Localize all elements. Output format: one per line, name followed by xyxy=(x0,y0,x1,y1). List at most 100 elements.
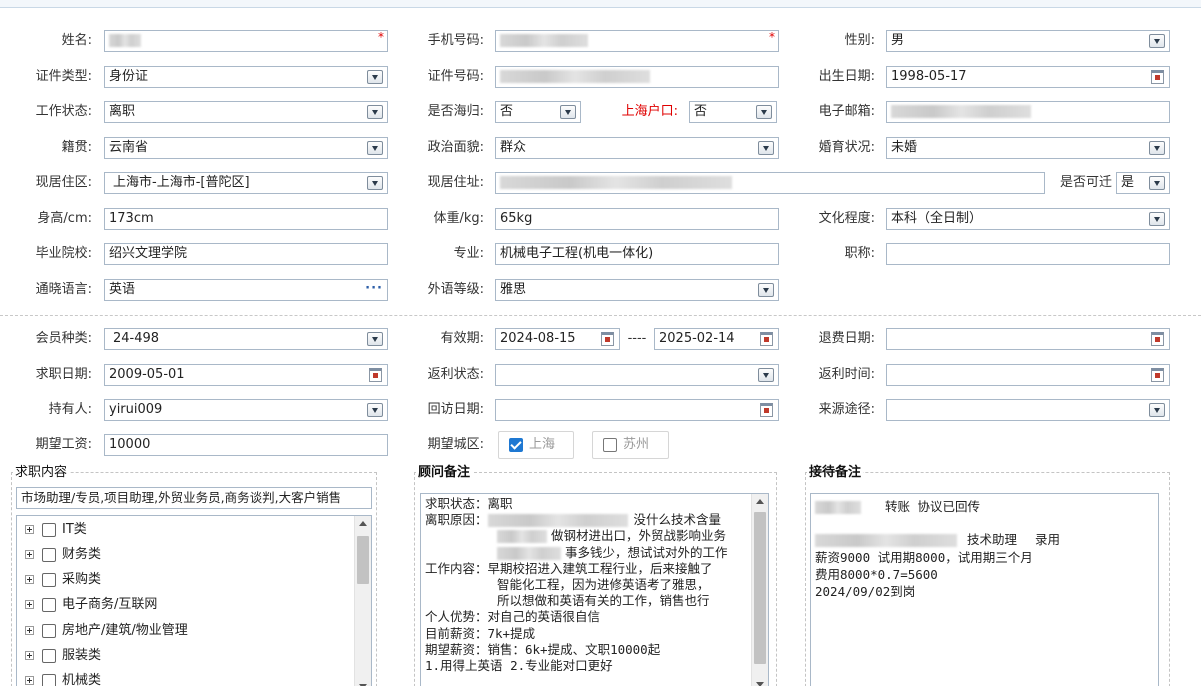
weight-field[interactable]: 65kg xyxy=(495,208,779,230)
job-date-field[interactable]: 2009-05-01 xyxy=(104,364,388,386)
valid-to-value: 2025-02-14 xyxy=(659,331,735,346)
tree-item-it[interactable]: IT类 xyxy=(25,520,87,540)
expand-icon[interactable] xyxy=(25,626,34,635)
checkbox-icon[interactable] xyxy=(42,547,56,562)
school-field[interactable]: 绍兴文理学院 xyxy=(104,243,388,265)
residence-area-select[interactable]: 上海市-上海市-[普陀区] xyxy=(104,172,388,194)
dropdown-icon[interactable] xyxy=(560,105,576,119)
scroll-down-icon[interactable] xyxy=(752,676,768,686)
checkbox-icon[interactable] xyxy=(42,597,56,612)
dropdown-icon[interactable] xyxy=(1149,34,1165,48)
scroll-down-icon[interactable] xyxy=(355,678,371,686)
scroll-thumb[interactable] xyxy=(754,512,766,664)
rebate-status-select[interactable] xyxy=(495,364,779,386)
checkbox-icon[interactable] xyxy=(42,648,56,663)
height-field[interactable]: 173cm xyxy=(104,208,388,230)
language-field[interactable]: 英语 ··· xyxy=(104,279,388,301)
political-select[interactable]: 群众 xyxy=(495,137,779,159)
dropdown-icon[interactable] xyxy=(1149,212,1165,226)
expand-icon[interactable] xyxy=(25,676,34,685)
city-option-shanghai[interactable]: 上海 xyxy=(498,431,574,459)
calendar-icon[interactable] xyxy=(1151,368,1164,382)
email-field[interactable] xyxy=(886,101,1170,123)
reception-note-textarea[interactable]: 转账 协议已回传 技术助理 录用 薪资9000 试用期8000，试用期三个月 费用… xyxy=(810,493,1159,686)
tree-item-purchase[interactable]: 采购类 xyxy=(25,570,101,590)
returnee-select[interactable]: 否 xyxy=(495,101,581,123)
education-select[interactable]: 本科（全日制） xyxy=(886,208,1170,230)
dropdown-icon[interactable] xyxy=(367,176,383,190)
major-field[interactable]: 机械电子工程(机电一体化) xyxy=(495,243,779,265)
member-type-select[interactable]: 24-498 xyxy=(104,328,388,350)
member-type-label: 会员种类: xyxy=(35,331,92,346)
checkbox-icon[interactable] xyxy=(42,522,56,537)
id-number-field[interactable] xyxy=(495,66,779,88)
tree-item-machinery[interactable]: 机械类 xyxy=(25,671,101,686)
calendar-icon[interactable] xyxy=(760,403,773,417)
calendar-icon[interactable] xyxy=(760,332,773,346)
residence-address-field[interactable] xyxy=(495,172,1045,194)
more-icon[interactable]: ··· xyxy=(365,280,383,299)
height-label: 身高/cm: xyxy=(37,211,92,226)
scroll-thumb[interactable] xyxy=(357,536,369,584)
tree-item-finance[interactable]: 财务类 xyxy=(25,545,101,565)
title-field[interactable] xyxy=(886,243,1170,265)
dropdown-icon[interactable] xyxy=(367,105,383,119)
phone-field[interactable]: * xyxy=(495,30,779,52)
language-level-select[interactable]: 雅思 xyxy=(495,279,779,301)
checkbox-icon[interactable] xyxy=(42,572,56,587)
job-content-summary[interactable]: 市场助理/专员,项目助理,外贸业务员,商务谈判,大客户销售 xyxy=(16,487,372,509)
expand-icon[interactable] xyxy=(25,651,34,660)
tree-item-ecommerce[interactable]: 电子商务/互联网 xyxy=(25,595,157,615)
dropdown-icon[interactable] xyxy=(1149,403,1165,417)
dropdown-icon[interactable] xyxy=(756,105,772,119)
job-category-tree[interactable]: IT类 财务类 采购类 电子商务/互联网 房地产/建筑/物业管理 服装类 机械类 xyxy=(16,515,372,686)
expand-icon[interactable] xyxy=(25,525,34,534)
native-place-select[interactable]: 云南省 xyxy=(104,137,388,159)
marital-select[interactable]: 未婚 xyxy=(886,137,1170,159)
dropdown-icon[interactable] xyxy=(758,368,774,382)
dropdown-icon[interactable] xyxy=(1149,176,1165,190)
sh-hukou-select[interactable]: 否 xyxy=(689,101,777,123)
calendar-icon[interactable] xyxy=(369,368,382,382)
salary-field[interactable]: 10000 xyxy=(104,434,388,456)
scroll-up-icon[interactable] xyxy=(752,494,768,510)
dropdown-icon[interactable] xyxy=(367,141,383,155)
refund-date-field[interactable] xyxy=(886,328,1170,350)
expand-icon[interactable] xyxy=(25,600,34,609)
relocate-select[interactable]: 是 xyxy=(1116,172,1170,194)
checkbox-icon[interactable] xyxy=(42,673,56,686)
dropdown-icon[interactable] xyxy=(367,70,383,84)
id-type-select[interactable]: 身份证 xyxy=(104,66,388,88)
checkbox-icon[interactable] xyxy=(42,623,56,638)
expand-icon[interactable] xyxy=(25,575,34,584)
calendar-icon[interactable] xyxy=(1151,70,1164,84)
tree-scrollbar[interactable] xyxy=(354,516,371,686)
holder-select[interactable]: yirui009 xyxy=(104,399,388,421)
tree-item-apparel[interactable]: 服装类 xyxy=(25,646,101,666)
dropdown-icon[interactable] xyxy=(1149,141,1165,155)
valid-to-field[interactable]: 2025-02-14 xyxy=(654,328,779,350)
visit-date-field[interactable] xyxy=(495,399,779,421)
gender-select[interactable]: 男 xyxy=(886,30,1170,52)
calendar-icon[interactable] xyxy=(601,332,614,346)
scroll-up-icon[interactable] xyxy=(355,516,371,532)
source-select[interactable] xyxy=(886,399,1170,421)
birth-date-field[interactable]: 1998-05-17 xyxy=(886,66,1170,88)
note-line-tail: 没什么技术含量 xyxy=(633,512,722,528)
dropdown-icon[interactable] xyxy=(367,332,383,346)
expand-icon[interactable] xyxy=(25,550,34,559)
tree-item-realestate[interactable]: 房地产/建筑/物业管理 xyxy=(25,621,188,641)
dropdown-icon[interactable] xyxy=(758,141,774,155)
checkbox-checked-icon[interactable] xyxy=(509,438,523,452)
valid-from-field[interactable]: 2024-08-15 xyxy=(495,328,620,350)
note-scrollbar[interactable] xyxy=(751,494,768,686)
checkbox-icon[interactable] xyxy=(603,438,617,452)
dropdown-icon[interactable] xyxy=(758,283,774,297)
rebate-time-field[interactable] xyxy=(886,364,1170,386)
consultant-note-textarea[interactable]: 求职状态：离职 离职原因： 没什么技术含量 做钢材进出口，外贸战影响业务 事多钱少… xyxy=(420,493,769,686)
calendar-icon[interactable] xyxy=(1151,332,1164,346)
name-field[interactable]: * xyxy=(104,30,388,52)
city-option-suzhou[interactable]: 苏州 xyxy=(592,431,669,459)
work-status-select[interactable]: 离职 xyxy=(104,101,388,123)
dropdown-icon[interactable] xyxy=(367,403,383,417)
